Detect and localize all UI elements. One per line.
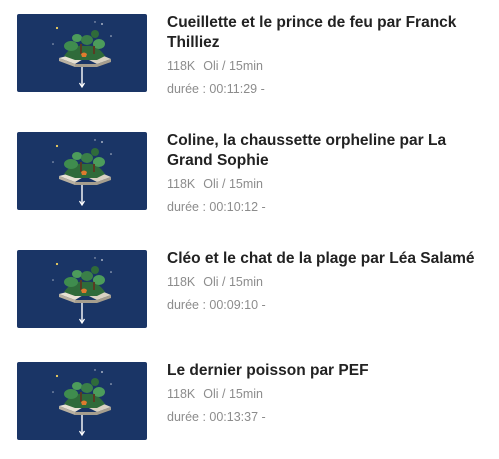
episode-info: Cléo et le chat de la plage par Léa Sala… [167,249,487,313]
episode-views: 118K [167,275,196,289]
episode-list: Cueillette et le prince de feu par Franc… [0,0,499,459]
episode-item[interactable]: Le dernier poisson par PEF 118K Oli / 15m… [0,348,499,444]
episode-title[interactable]: Coline, la chaussette orpheline par La G… [167,131,487,171]
episode-views: 118K [167,59,196,73]
episode-duration: durée : 00:11:29 - [167,82,265,96]
episode-item[interactable]: Coline, la chaussette orpheline par La G… [0,118,499,214]
floating-book-island-icon [52,369,112,437]
episode-info: Coline, la chaussette orpheline par La G… [167,131,487,215]
floating-book-island-icon [52,257,112,325]
episode-title[interactable]: Cléo et le chat de la plage par Léa Sala… [167,249,487,269]
episode-channel: Oli / 15min [203,59,264,73]
episode-title[interactable]: Cueillette et le prince de feu par Franc… [167,13,487,53]
episode-thumbnail[interactable] [17,14,147,92]
episode-meta: 118K Oli / 15min [167,58,487,74]
episode-thumbnail[interactable] [17,362,147,440]
episode-duration: durée : 00:13:37 - [167,410,266,424]
episode-meta: 118K Oli / 15min [167,274,487,290]
episode-duration: durée : 00:09:10 - [167,298,266,312]
floating-book-island-icon [52,21,112,89]
episode-item[interactable]: Cueillette et le prince de feu par Franc… [0,0,499,96]
episode-item[interactable]: Cléo et le chat de la plage par Léa Sala… [0,236,499,332]
floating-book-island-icon [52,139,112,207]
episode-info: Le dernier poisson par PEF 118K Oli / 15m… [167,361,487,425]
episode-meta: 118K Oli / 15min [167,386,487,402]
episode-views: 118K [167,387,196,401]
episode-thumbnail[interactable] [17,250,147,328]
episode-meta: 118K Oli / 15min [167,176,487,192]
episode-views: 118K [167,177,196,191]
episode-info: Cueillette et le prince de feu par Franc… [167,13,487,97]
episode-thumbnail[interactable] [17,132,147,210]
episode-channel: Oli / 15min [203,177,264,191]
episode-channel: Oli / 15min [203,387,264,401]
episode-duration: durée : 00:10:12 - [167,200,266,214]
episode-title[interactable]: Le dernier poisson par PEF [167,361,487,381]
episode-channel: Oli / 15min [203,275,264,289]
